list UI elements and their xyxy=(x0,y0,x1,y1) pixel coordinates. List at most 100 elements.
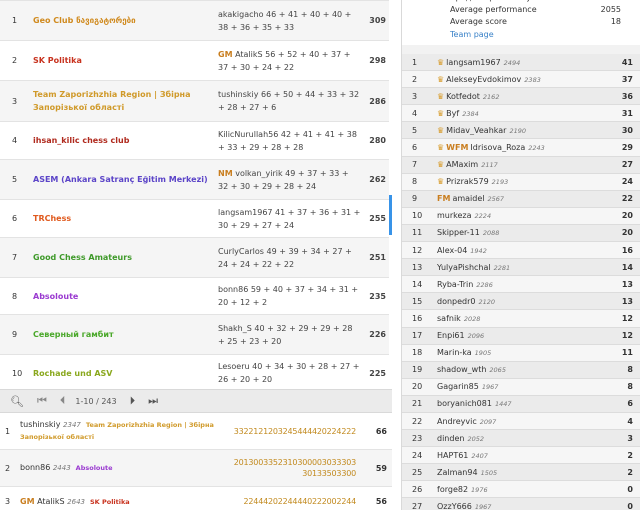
team-row[interactable]: 6 TRChess langsam1967 41 + 37 + 36 + 31 + … xyxy=(0,200,389,238)
leader-name-link[interactable]: HAPT61 xyxy=(437,451,468,460)
leader-row[interactable]: 9 FM amaidel 2567 22 xyxy=(402,190,640,208)
leader-name-link[interactable]: Prizrak579 xyxy=(446,177,489,186)
player-row[interactable]: 2 bonn86 2443 Absoloute 2013003352310300003… xyxy=(0,450,392,487)
team-row[interactable]: 10 Rochade und ASV Lesoeru 40 + 34 + 30 + … xyxy=(0,355,389,392)
leader-row[interactable]: 24 HAPT61 2407 2 xyxy=(402,447,640,465)
leader-row[interactable]: 5 ♛ Midav_Veahkar 2190 30 xyxy=(402,122,640,140)
team-name-link[interactable]: TRChess xyxy=(33,212,218,225)
player-name-link[interactable]: bonn86 xyxy=(20,463,50,472)
leader-name-link[interactable]: amaidel xyxy=(452,194,484,203)
leader-name-link[interactable]: Byf xyxy=(446,109,459,118)
player-name-link[interactable]: tushinskiy xyxy=(20,420,61,429)
team-name-link[interactable]: Good Chess Amateurs xyxy=(33,251,218,264)
leader-row[interactable]: 10 murkeza 2224 20 xyxy=(402,207,640,225)
leader-score: 30 xyxy=(621,125,633,135)
leader-rating: 1905 xyxy=(474,349,492,358)
leader-rating: 1447 xyxy=(494,400,512,409)
leader-rating: 2028 xyxy=(463,314,481,323)
leader-row[interactable]: 14 Ryba-Trin 2286 13 xyxy=(402,276,640,294)
leader-row[interactable]: 15 donpedr0 2120 13 xyxy=(402,293,640,311)
team-name-link[interactable]: ihsan_kilic chess club xyxy=(33,134,218,147)
leader-name-link[interactable]: OzzY666 xyxy=(437,502,472,510)
leader-name-link[interactable]: Alex-04 xyxy=(437,246,467,255)
leader-name-link[interactable]: murkeza xyxy=(437,211,472,220)
team-leaders-table: 1 ♛ langsam1967 2494 41 2 ♛ AlekseyEvdokimov 238… xyxy=(402,54,640,510)
leader-row[interactable]: 19 shadow_wth 2065 8 xyxy=(402,361,640,379)
player-name-link[interactable]: AtalikS xyxy=(37,497,65,506)
team-name-link[interactable]: ASEM (Ankara Satranç Eğitim Merkezi) xyxy=(33,173,218,186)
team-row[interactable]: 2 SK Politika GM AtalikS 56 + 52 + 40 + 37… xyxy=(0,41,389,81)
player-rating: 2643 xyxy=(67,497,85,506)
leader-row[interactable]: 8 ♛ Prizrak579 2193 24 xyxy=(402,173,640,191)
leader-score: 20 xyxy=(621,211,633,221)
leader-name-link[interactable]: shadow_wth xyxy=(437,365,486,374)
leader-row[interactable]: 6 ♛ WFM Idrisova_Roza 2243 29 xyxy=(402,139,640,157)
leader-name-link[interactable]: Midav_Veahkar xyxy=(446,126,506,135)
player-team-link[interactable]: SK Politika xyxy=(90,498,130,506)
leader-row[interactable]: 11 Skipper-11 2088 20 xyxy=(402,224,640,243)
prev-page-icon[interactable]: ⏴︎ xyxy=(60,394,66,408)
team-row[interactable]: 9 Северный гамбит Shakh_S 40 + 32 + 29 + 2… xyxy=(0,315,389,355)
last-page-icon[interactable]: ⏭︎ xyxy=(148,394,158,408)
team-row[interactable]: 4 ihsan_kilic chess club KilicNurullah56 4… xyxy=(0,122,389,160)
leader-row[interactable]: 4 ♛ Byf 2384 31 xyxy=(402,105,640,123)
team-name-link[interactable]: Rochade und ASV xyxy=(33,367,218,380)
leader-row[interactable]: 21 boryanich081 1447 6 xyxy=(402,395,640,413)
leader-row[interactable]: 16 safnik 2028 12 xyxy=(402,310,640,328)
team-row[interactable]: 7 Good Chess Amateurs CurlyCarlos 49 + 39 … xyxy=(0,238,389,278)
player-row[interactable]: 3 GM AtalikS 2643 SK Politika 2244420224444… xyxy=(0,487,392,510)
leader-row[interactable]: 2 ♛ AlekseyEvdokimov 2383 37 xyxy=(402,71,640,89)
player-team-link[interactable]: Absoloute xyxy=(76,464,113,472)
leader-row[interactable]: 3 ♛ Kotfedot 2162 36 xyxy=(402,88,640,106)
leader-row[interactable]: 26 forge82 1976 0 xyxy=(402,481,640,499)
team-name-link[interactable]: SK Politika xyxy=(33,54,218,67)
first-page-icon[interactable]: ⏮︎ xyxy=(37,394,47,408)
leader-name-cell: ♛ Kotfedot 2162 xyxy=(437,92,613,101)
leader-name-link[interactable]: Andreyvic xyxy=(437,417,477,426)
leader-row[interactable]: 23 dinden 2052 3 xyxy=(402,430,640,448)
leader-name-link[interactable]: Kotfedot xyxy=(446,92,480,101)
leader-score: 22 xyxy=(621,194,633,204)
leader-name-link[interactable]: forge82 xyxy=(437,485,468,494)
leader-name-link[interactable]: donpedr0 xyxy=(437,297,476,306)
leader-name-link[interactable]: Gagarin85 xyxy=(437,382,479,391)
team-page-link[interactable]: Team page xyxy=(402,29,640,41)
leader-name-link[interactable]: dinden xyxy=(437,434,464,443)
team-row[interactable]: 3 Team Zaporizhzhia Region | Збірна Запор… xyxy=(0,81,389,122)
team-row[interactable]: 1 Geo Club ნავიგატორები akakigacho 46 + 41… xyxy=(0,1,389,41)
leader-name-link[interactable]: Enpi61 xyxy=(437,331,465,340)
leader-name-link[interactable]: boryanich081 xyxy=(437,399,492,408)
team-name-link[interactable]: Северный гамбит xyxy=(33,328,218,341)
leader-name-link[interactable]: Ryba-Trin xyxy=(437,280,473,289)
leader-row[interactable]: 13 YulyaPishchal 2281 14 xyxy=(402,259,640,277)
team-name-link[interactable]: Geo Club ნავიგატორები xyxy=(33,14,218,27)
leader-name-link[interactable]: langsam1967 xyxy=(446,58,501,67)
leader-row[interactable]: 25 Zalman94 1505 2 xyxy=(402,464,640,482)
leader-name-link[interactable]: AlekseyEvdokimov xyxy=(446,75,521,84)
player-row[interactable]: 1 tushinskiy 2347 Team Zaporizhzhia Region… xyxy=(0,413,392,450)
leader-rank: 24 xyxy=(412,450,423,460)
leader-row[interactable]: 20 Gagarin85 1967 8 xyxy=(402,378,640,396)
leader-row[interactable]: 12 Alex-04 1942 16 xyxy=(402,242,640,260)
search-icon[interactable]: 🔍︎ xyxy=(10,395,24,408)
scrollbar-thumb[interactable] xyxy=(389,195,392,235)
leader-row[interactable]: 1 ♛ langsam1967 2494 41 xyxy=(402,54,640,72)
team-row[interactable]: 5 ASEM (Ankara Satranç Eğitim Merkezi) NM … xyxy=(0,160,389,200)
leader-name-link[interactable]: AMaxim xyxy=(446,160,478,169)
next-page-icon[interactable]: ⏵︎ xyxy=(130,394,136,408)
leader-name-link[interactable]: YulyaPishchal xyxy=(437,263,491,272)
leader-name-link[interactable]: Marin-ka xyxy=(437,348,472,357)
team-name-link[interactable]: Absoloute xyxy=(33,290,218,303)
leader-name-link[interactable]: safnik xyxy=(437,314,461,323)
leader-row[interactable]: 18 Marin-ka 1905 11 xyxy=(402,344,640,362)
leader-row[interactable]: 22 Andreyvic 2097 4 xyxy=(402,412,640,431)
team-name-link[interactable]: Team Zaporizhzhia Region | Збірна Запорі… xyxy=(33,88,218,114)
team-player-scores: akakigacho 46 + 41 + 40 + 40 + 38 + 36 +… xyxy=(218,9,352,32)
leader-name-link[interactable]: Zalman94 xyxy=(437,468,478,477)
leader-name-link[interactable]: Idrisova_Roza xyxy=(470,143,525,152)
leader-row[interactable]: 27 OzzY666 1967 0 xyxy=(402,498,640,510)
leader-row[interactable]: 17 Enpi61 2096 12 xyxy=(402,327,640,345)
team-row[interactable]: 8 Absoloute bonn86 59 + 40 + 37 + 34 + 31 … xyxy=(0,278,389,315)
leader-name-link[interactable]: Skipper-11 xyxy=(437,228,480,237)
leader-row[interactable]: 7 ♛ AMaxim 2117 27 xyxy=(402,156,640,174)
